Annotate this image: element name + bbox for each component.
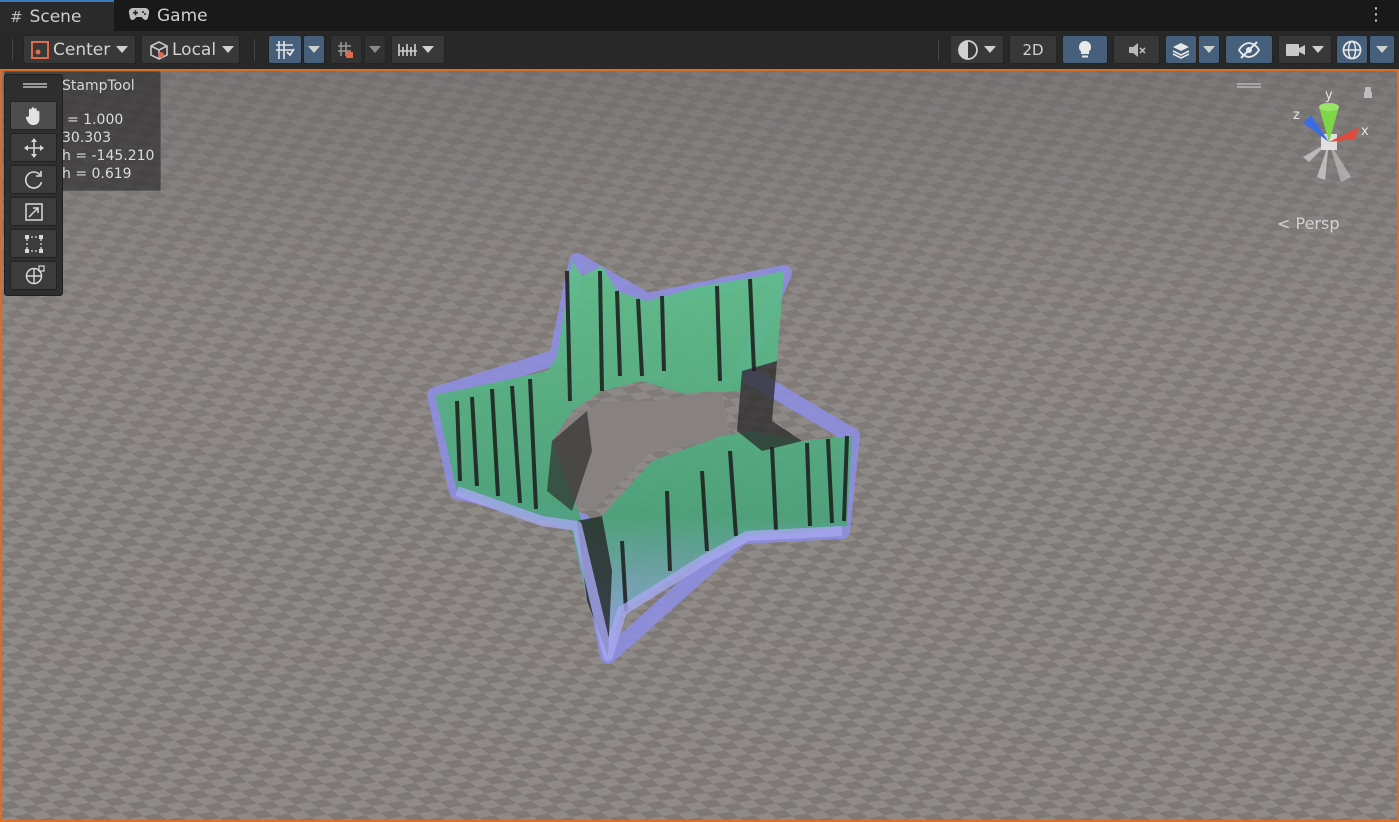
grid-snapping-button[interactable] [268,35,302,64]
projection-label[interactable]: < Persp [1277,214,1339,233]
scene-viewport[interactable]: StampTool = 1.000 30.303 h = -145.210 h … [0,69,1399,822]
tab-game[interactable]: Game [118,0,228,31]
effects-toggle-button[interactable] [1165,35,1197,64]
gizmos-dropdown[interactable] [1369,35,1395,64]
transform-combo-icon [23,265,45,287]
axis-z-label: z [1293,108,1300,123]
transform-tool-button[interactable] [10,261,57,290]
camera-settings-dropdown[interactable] [1278,35,1332,64]
chevron-down-icon [984,46,996,53]
incremental-snap-dropdown[interactable] [364,35,386,64]
overlay-line-4: h = 0.619 [62,166,132,182]
pivot-center-icon [30,40,50,60]
gizmos-toggle-button[interactable] [1336,35,1368,64]
incremental-snap-button[interactable] [330,35,362,64]
rect-tool-button[interactable] [10,229,57,258]
effects-dropdown[interactable] [1198,35,1220,64]
transform-tools [4,74,63,296]
local-cube-icon [148,39,170,61]
tab-scene-label: Scene [30,7,82,27]
chevron-down-icon [308,46,320,53]
scale-tool-button[interactable] [10,197,57,226]
ruler-snap-button[interactable] [391,35,445,64]
lock-icon[interactable] [1364,87,1372,98]
chevron-down-icon [222,46,234,53]
eye-slash-icon [1237,40,1261,60]
chevron-down-icon [1203,46,1215,53]
move-tool-button[interactable] [10,133,57,162]
light-bulb-icon [1075,39,1095,61]
overlay-line-3: h = -145.210 [62,148,154,164]
chevron-down-icon [116,46,128,53]
pivot-rotation-dropdown[interactable]: Local [141,35,240,64]
hash-icon: # [10,8,23,26]
ruler-icon [397,39,419,61]
hand-icon [23,105,45,127]
gamepad-icon [128,7,150,25]
scene-render [2,71,1397,820]
move-arrows-icon [23,137,45,159]
toolbar-separator [254,39,255,61]
toggle-2d-label: 2D [1022,41,1043,59]
grid-snapping-dropdown[interactable] [303,35,325,64]
tab-bar: # Scene Game ⋮ [0,0,1399,31]
hand-tool-button[interactable] [10,101,57,130]
grid-snap-icon [274,39,296,61]
pivot-mode-dropdown[interactable]: Center [23,35,136,64]
scale-icon [23,201,45,223]
overlay-title: StampTool [62,78,135,94]
chevron-down-icon [369,46,381,53]
camera-icon [1285,41,1307,59]
tab-scene[interactable]: # Scene [0,0,114,31]
axis-y-label: y [1325,88,1333,103]
toggle-2d-button[interactable]: 2D [1009,35,1057,64]
more-options-icon[interactable]: ⋮ [1367,4,1385,25]
increment-snap-icon [335,39,357,61]
shading-sphere-icon [957,39,979,61]
toolbar-separator [12,39,13,61]
gizmo-globe-icon [1341,39,1363,61]
layers-effects-icon [1170,39,1192,61]
axis-x-label: x [1361,124,1369,139]
orientation-gizmo[interactable]: y z x [1279,87,1379,197]
chevron-down-icon [1376,46,1388,53]
tab-game-label: Game [157,6,208,26]
scene-visibility-button[interactable] [1225,35,1273,64]
overlay-line-1: = 1.000 [67,112,123,128]
chevron-down-icon [1312,46,1324,53]
audio-toggle-button[interactable] [1113,35,1160,64]
rect-transform-icon [23,233,45,255]
audio-muted-icon [1126,40,1148,60]
chevron-down-icon [422,46,434,53]
drag-handle-icon[interactable] [1237,83,1261,88]
toolbar-separator [938,39,939,61]
pivot-rotation-label: Local [172,40,216,60]
overlay-line-2: 30.303 [62,130,111,146]
scene-toolbar: Center Local 2D [0,31,1399,70]
rotate-icon [23,169,45,191]
rotate-tool-button[interactable] [10,165,57,194]
pivot-mode-label: Center [53,40,110,60]
shading-mode-dropdown[interactable] [950,35,1004,64]
drag-handle-icon[interactable] [23,83,47,88]
lighting-toggle-button[interactable] [1062,35,1108,64]
